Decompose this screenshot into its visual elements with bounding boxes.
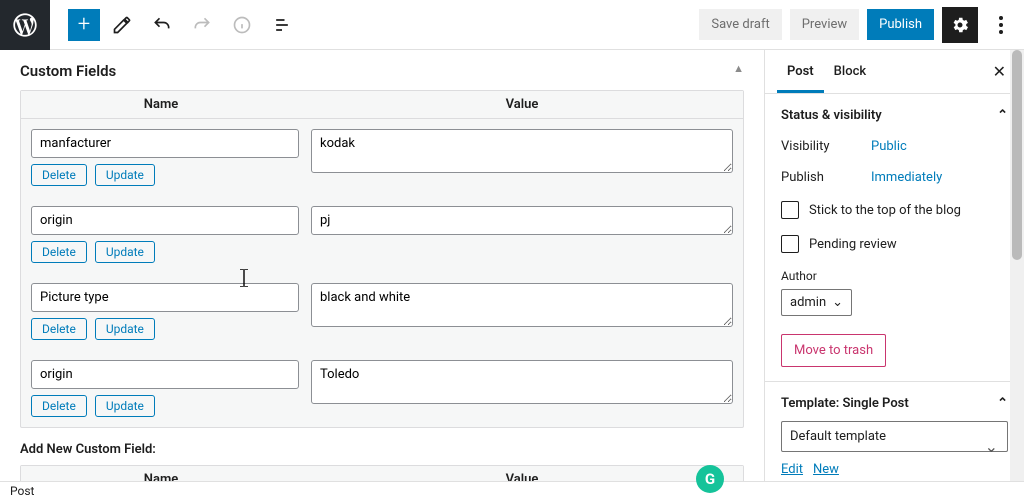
close-sidebar-button[interactable]: ✕ <box>987 50 1012 93</box>
value-column-header: Value <box>301 466 743 481</box>
wordpress-icon <box>11 11 39 39</box>
preview-button[interactable]: Preview <box>790 9 859 40</box>
edit-icon[interactable] <box>104 7 140 43</box>
publish-value-button[interactable]: Immediately <box>871 170 942 185</box>
update-button[interactable]: Update <box>95 164 155 186</box>
sticky-checkbox[interactable] <box>781 201 799 219</box>
template-toggle[interactable]: Template: Single Post⌃ <box>781 396 1008 411</box>
visibility-value-button[interactable]: Public <box>871 139 907 154</box>
tab-block[interactable]: Block <box>824 50 876 93</box>
settings-button[interactable] <box>942 7 978 43</box>
custom-field-name-input[interactable] <box>31 206 299 235</box>
delete-button[interactable]: Delete <box>31 164 87 186</box>
undo-icon[interactable] <box>144 7 180 43</box>
breadcrumb-bar: Post <box>0 481 1024 501</box>
template-select[interactable]: Default template <box>781 421 1008 452</box>
update-button[interactable]: Update <box>95 318 155 340</box>
collapse-icon[interactable]: ▲ <box>733 62 744 75</box>
custom-field-name-input[interactable] <box>31 360 299 389</box>
redo-icon[interactable] <box>184 7 220 43</box>
template-new-link[interactable]: New <box>813 462 839 477</box>
wordpress-logo[interactable] <box>0 0 50 50</box>
custom-field-row: Delete Update Toledo <box>21 350 743 427</box>
custom-field-value-input[interactable]: kodak <box>311 129 733 173</box>
author-select[interactable]: admin⌄ <box>781 289 852 316</box>
custom-field-row: Delete Update kodak <box>21 119 743 196</box>
grammarly-badge[interactable]: G <box>696 465 724 493</box>
publish-button[interactable]: Publish <box>867 9 934 40</box>
update-button[interactable]: Update <box>95 241 155 263</box>
pending-review-checkbox[interactable] <box>781 235 799 253</box>
delete-button[interactable]: Delete <box>31 241 87 263</box>
editor-main: Custom Fields▲ Name Value Delete Update … <box>0 50 764 481</box>
chevron-up-icon: ⌃ <box>997 396 1008 411</box>
custom-field-value-input[interactable]: Toledo <box>311 360 733 404</box>
move-to-trash-button[interactable]: Move to trash <box>781 334 886 367</box>
breadcrumb[interactable]: Post <box>10 484 34 498</box>
chevron-up-icon: ⌃ <box>997 108 1008 123</box>
add-custom-field-heading: Add New Custom Field: <box>20 442 744 457</box>
custom-field-value-input[interactable]: black and white <box>311 283 733 327</box>
delete-button[interactable]: Delete <box>31 395 87 417</box>
tab-post[interactable]: Post <box>777 50 824 93</box>
custom-field-name-input[interactable] <box>31 283 299 312</box>
name-column-header: Name <box>21 466 301 481</box>
scrollbar-thumb[interactable] <box>1012 50 1022 260</box>
sticky-label: Stick to the top of the blog <box>809 203 961 218</box>
custom-field-name-input[interactable] <box>31 129 299 158</box>
outline-icon[interactable] <box>264 7 300 43</box>
chevron-down-icon: ⌄ <box>832 295 843 310</box>
settings-sidebar: Post Block ✕ Status & visibility⌃ Visibi… <box>764 50 1024 481</box>
custom-field-row: Delete Update black and white <box>21 273 743 350</box>
add-block-button[interactable]: + <box>68 9 100 41</box>
page-scrollbar[interactable] <box>1010 50 1024 481</box>
save-draft-button[interactable]: Save draft <box>699 9 781 40</box>
template-edit-link[interactable]: Edit <box>781 462 803 477</box>
status-visibility-toggle[interactable]: Status & visibility⌃ <box>781 108 1008 123</box>
name-column-header: Name <box>21 91 301 118</box>
custom-field-value-input[interactable]: pj <box>311 206 733 235</box>
editor-toolbar: + Save draft Preview Publish <box>0 0 1024 50</box>
info-icon[interactable] <box>224 7 260 43</box>
delete-button[interactable]: Delete <box>31 318 87 340</box>
custom-fields-heading: Custom Fields▲ <box>20 58 744 90</box>
kebab-icon <box>999 16 1003 34</box>
custom-fields-table: Name Value Delete Update kodak Delete Up… <box>20 90 744 428</box>
visibility-label: Visibility <box>781 139 871 154</box>
custom-field-row: Delete Update pj <box>21 196 743 273</box>
publish-label: Publish <box>781 170 871 185</box>
more-options-button[interactable] <box>986 7 1016 43</box>
value-column-header: Value <box>301 91 743 118</box>
update-button[interactable]: Update <box>95 395 155 417</box>
add-custom-field-table: Name Value — Select — <box>20 465 744 481</box>
pending-review-label: Pending review <box>809 237 897 252</box>
gear-icon <box>950 15 970 35</box>
author-label: Author <box>781 269 1008 283</box>
